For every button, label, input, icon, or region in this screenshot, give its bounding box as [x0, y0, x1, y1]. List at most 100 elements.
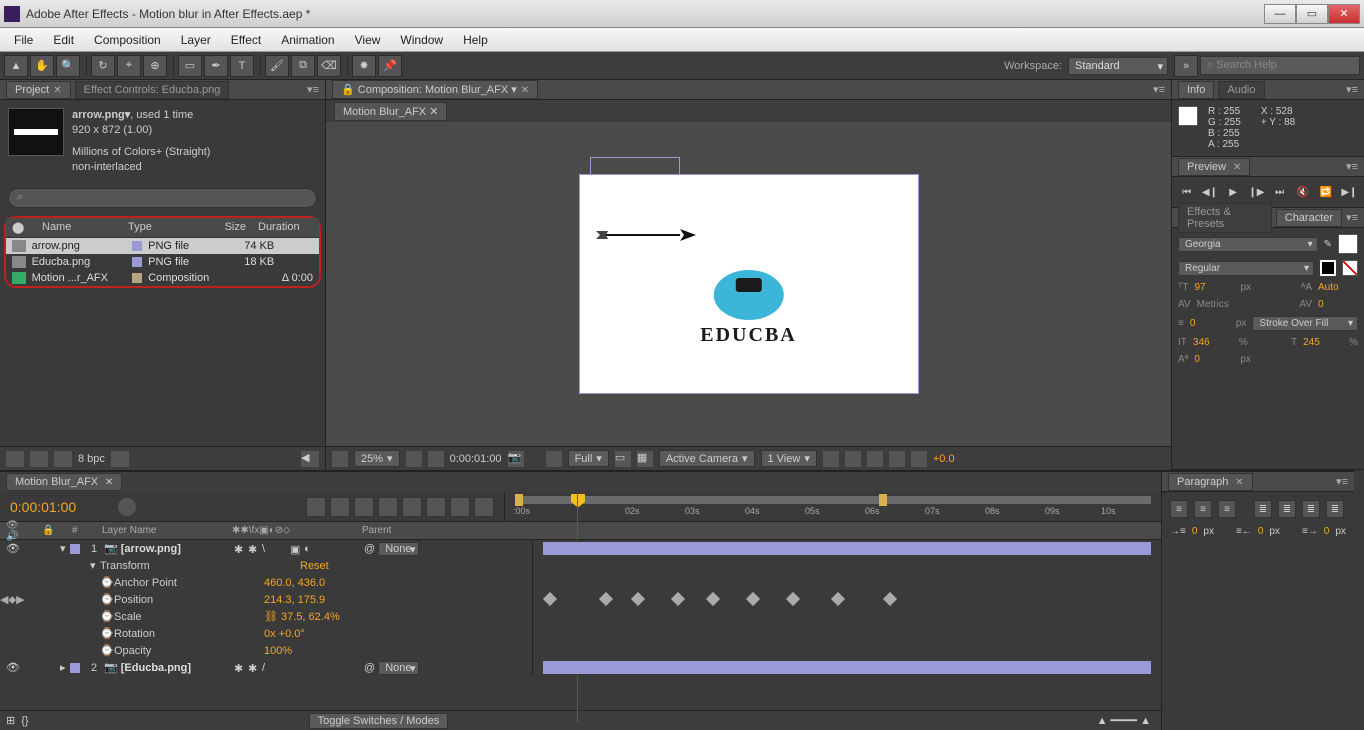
- trash-icon[interactable]: [111, 451, 129, 467]
- close-button[interactable]: ✕: [1328, 4, 1360, 24]
- font-style-dropdown[interactable]: Regular: [1178, 261, 1314, 276]
- stopwatch-icon[interactable]: ⌚: [100, 610, 114, 623]
- keyframe[interactable]: [543, 592, 557, 606]
- duration-column[interactable]: Duration: [252, 218, 298, 237]
- align-right-button[interactable]: ≡: [1218, 500, 1236, 518]
- tracking-value[interactable]: 0: [1318, 299, 1358, 310]
- stopwatch-icon[interactable]: ⌚: [100, 627, 114, 640]
- close-icon[interactable]: ✕: [1232, 477, 1243, 488]
- motion-blur-switch[interactable]: ◐: [304, 543, 316, 555]
- camera-dropdown[interactable]: Active Camera: [659, 450, 755, 467]
- draft-3d-icon[interactable]: [426, 497, 446, 517]
- next-frame-button[interactable]: ❙▶: [1248, 183, 1265, 201]
- label-swatch[interactable]: [132, 257, 142, 267]
- transparency-icon[interactable]: ▦: [637, 451, 653, 467]
- size-column[interactable]: Size: [202, 218, 252, 237]
- quality-switch[interactable]: /: [262, 662, 274, 674]
- twirl-arrow[interactable]: ▾: [86, 559, 100, 572]
- keyframe[interactable]: [671, 592, 685, 606]
- paragraph-tab[interactable]: Paragraph ✕: [1168, 473, 1253, 491]
- layer-handle[interactable]: [590, 157, 680, 175]
- twirl-arrow[interactable]: ▾: [56, 542, 70, 555]
- name-column[interactable]: Name: [36, 218, 122, 237]
- menu-window[interactable]: Window: [390, 30, 453, 50]
- frame-blend-icon[interactable]: [330, 497, 350, 517]
- keyframe[interactable]: [706, 592, 720, 606]
- menu-composition[interactable]: Composition: [84, 30, 171, 50]
- timeline-option-icon[interactable]: ⊞: [0, 714, 21, 727]
- panel-menu-icon[interactable]: ▾≡: [307, 83, 319, 96]
- menu-animation[interactable]: Animation: [271, 30, 344, 50]
- stopwatch-icon[interactable]: ⌚: [100, 644, 114, 657]
- hand-tool[interactable]: ✋: [30, 55, 54, 77]
- visibility-toggle[interactable]: 👁: [0, 661, 26, 674]
- adjustment-switch[interactable]: [318, 543, 330, 555]
- parent-pickwhip[interactable]: @: [364, 543, 375, 555]
- prev-frame-button[interactable]: ◀❙: [1201, 183, 1218, 201]
- current-time-display[interactable]: 0:00:01:00: [450, 453, 502, 465]
- zoom-dropdown[interactable]: 25%: [354, 450, 400, 467]
- views-dropdown[interactable]: 1 View: [761, 450, 817, 467]
- close-icon[interactable]: ✕: [521, 85, 529, 96]
- zoom-slider[interactable]: ▲ ━━━━ ▲: [1087, 714, 1161, 727]
- auto-keyframe-icon[interactable]: [474, 497, 494, 517]
- panel-menu-icon[interactable]: ▾≡: [1346, 211, 1358, 224]
- timeline-icon[interactable]: [867, 451, 883, 467]
- timeline-layer[interactable]: 👁 ▸ 2 📷 [Educba.png] ✱✱/ @ None: [0, 659, 1161, 676]
- eraser-tool[interactable]: ⌫: [317, 55, 341, 77]
- camera-tool[interactable]: ⌖: [117, 55, 141, 77]
- play-button[interactable]: ▶: [1225, 183, 1242, 201]
- indent-right-value[interactable]: 0: [1324, 526, 1330, 537]
- audio-tab[interactable]: Audio: [1218, 81, 1264, 99]
- preview-tab[interactable]: Preview ✕: [1178, 158, 1250, 176]
- roi-icon[interactable]: ▭: [615, 451, 631, 467]
- keyframe-nav[interactable]: ◀⬥▶: [0, 593, 20, 607]
- label-column[interactable]: ⬤: [6, 218, 36, 237]
- interpret-footage-icon[interactable]: [6, 451, 24, 467]
- anchor-value[interactable]: 460.0, 436.0: [264, 577, 325, 589]
- keyframe[interactable]: [831, 592, 845, 606]
- pen-tool[interactable]: ✒: [204, 55, 228, 77]
- timeline-timecode[interactable]: 0:00:01:00: [0, 499, 118, 515]
- shy-switch[interactable]: ✱: [234, 662, 246, 674]
- align-left-button[interactable]: ≡: [1170, 500, 1188, 518]
- motion-blur-icon[interactable]: [354, 497, 374, 517]
- no-stroke-swatch[interactable]: [1342, 260, 1358, 276]
- menu-view[interactable]: View: [345, 30, 391, 50]
- 3d-switch[interactable]: [332, 543, 344, 555]
- composition-header-tab[interactable]: 🔒 Composition: Motion Blur_AFX ▾✕: [332, 80, 538, 99]
- stopwatch-icon[interactable]: ⌚: [100, 593, 114, 606]
- character-tab[interactable]: Character: [1276, 209, 1342, 227]
- menu-help[interactable]: Help: [453, 30, 498, 50]
- maximize-button[interactable]: ▭: [1296, 4, 1328, 24]
- justify-center-button[interactable]: ≣: [1278, 500, 1296, 518]
- project-tab[interactable]: Project✕: [6, 81, 71, 99]
- pixel-aspect-icon[interactable]: [823, 451, 839, 467]
- last-frame-button[interactable]: ⏭: [1271, 183, 1288, 201]
- reset-link[interactable]: Reset: [300, 560, 329, 572]
- rotate-tool[interactable]: ↻: [91, 55, 115, 77]
- comp-tab[interactable]: Motion Blur_AFX ✕: [334, 102, 447, 121]
- type-column[interactable]: Type: [122, 218, 202, 237]
- parent-dropdown[interactable]: None: [378, 542, 418, 556]
- frame-blend-switch[interactable]: ▣: [290, 543, 302, 555]
- puppet-tool[interactable]: 📌: [378, 55, 402, 77]
- hscale-value[interactable]: 245: [1303, 337, 1343, 348]
- layer-duration-bar[interactable]: [543, 542, 1151, 555]
- rotation-value[interactable]: 0x +0.0°: [264, 628, 305, 640]
- opacity-value[interactable]: 100%: [264, 645, 292, 657]
- grid-icon[interactable]: [406, 451, 422, 467]
- stroke-option-dropdown[interactable]: Stroke Over Fill: [1252, 316, 1358, 331]
- justify-right-button[interactable]: ≣: [1302, 500, 1320, 518]
- leading-value[interactable]: Auto: [1318, 282, 1358, 293]
- fx-switch[interactable]: [276, 543, 288, 555]
- new-comp-icon[interactable]: [54, 451, 72, 467]
- comp-bounding-box[interactable]: EDUCBA: [579, 174, 919, 394]
- indent-left-value[interactable]: 0: [1192, 526, 1198, 537]
- label-swatch[interactable]: [132, 273, 142, 283]
- stopwatch-icon[interactable]: ⌚: [100, 576, 114, 589]
- rect-tool[interactable]: ▭: [178, 55, 202, 77]
- exposure-value[interactable]: +0.0: [933, 453, 955, 465]
- shy-switch[interactable]: ✱: [234, 543, 246, 555]
- font-size-value[interactable]: 97: [1194, 282, 1234, 293]
